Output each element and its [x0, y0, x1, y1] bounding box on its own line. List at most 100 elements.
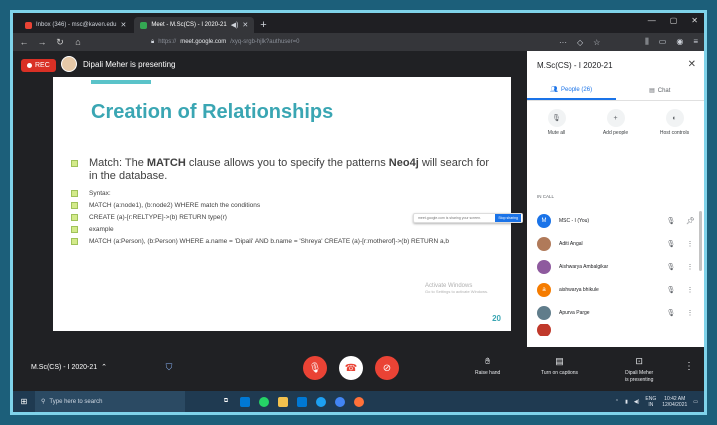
- browser-tab-bar: Inbox (346) - msc@kaven.edu ✕ Meet - M.S…: [13, 13, 704, 33]
- captions-button[interactable]: ▤ Turn on captions: [541, 356, 578, 376]
- list-item: example: [71, 225, 491, 234]
- language-indicator[interactable]: ENG IN: [645, 396, 656, 408]
- slide-page-number: 20: [492, 314, 501, 323]
- file-explorer-icon[interactable]: [278, 396, 288, 407]
- mic-off-icon[interactable]: 🎙︎: [664, 240, 678, 248]
- record-dot-icon: [27, 63, 32, 68]
- account-icon[interactable]: ◉: [676, 37, 683, 47]
- reload-icon[interactable]: ↻: [55, 37, 65, 48]
- new-tab-button[interactable]: +: [260, 17, 266, 33]
- edge-icon[interactable]: [316, 396, 326, 407]
- tab-gmail[interactable]: Inbox (346) - msc@kaven.edu ✕: [19, 17, 132, 33]
- bullet-icon: [71, 202, 78, 209]
- participant-name: Aishwarya Ambalgikar: [559, 263, 609, 270]
- list-item[interactable]: Aditi Angal 🎙︎ ⋮: [527, 232, 704, 255]
- panel-scrollbar[interactable]: [699, 211, 702, 271]
- window-controls: — ▢ ✕: [648, 16, 698, 25]
- bullet-icon: [71, 214, 78, 221]
- list-item[interactable]: M MSC - I (You) 🎙︎ 📌︎: [527, 209, 704, 232]
- pinned-apps: ⧉: [221, 396, 364, 407]
- camera-off-icon: ⊘: [382, 362, 392, 374]
- volume-icon[interactable]: ◀): [634, 399, 640, 405]
- clock[interactable]: 10:42 AM 12/04/2021: [662, 396, 687, 408]
- chevron-up-icon: ⌃: [101, 364, 108, 371]
- shield-icon[interactable]: ⛉: [161, 359, 177, 375]
- url-host: meet.google.com: [180, 39, 227, 45]
- panel-actions: 🎙︎ Mute all + Add people ◐ Host controls: [527, 109, 704, 136]
- mic-off-icon: 🎙︎: [547, 109, 566, 127]
- tab-people[interactable]: 👥︎ People (26): [527, 81, 616, 100]
- mic-toggle-button[interactable]: 🎙︎: [303, 356, 327, 380]
- close-icon[interactable]: ✕: [242, 21, 248, 29]
- list-item: MATCH (a:Person), (b:Person) WHERE a.nam…: [71, 237, 491, 246]
- leave-call-button[interactable]: ☎︎: [339, 356, 363, 380]
- mic-off-icon[interactable]: 🎙︎: [664, 263, 678, 271]
- mic-off-icon[interactable]: 🎙︎: [664, 286, 678, 294]
- sidebar-icon[interactable]: ▭: [659, 37, 667, 47]
- participant-name: Aditi Angal: [559, 240, 583, 247]
- presentation-slide: Creation of Relationships Match: The MAT…: [53, 77, 523, 331]
- host-controls-button[interactable]: ◐ Host controls: [650, 109, 700, 136]
- pocket-icon[interactable]: ◇: [577, 38, 583, 47]
- url-field[interactable]: 🔒︎ https://meet.google.com/xyq-srgb-hjlk…: [91, 36, 491, 48]
- lock-icon: 🔒︎: [151, 38, 155, 45]
- windows-taskbar: ⊞ ⚲ Type here to search ⧉ ⌃ ▮ ◀) ENG IN …: [13, 391, 704, 412]
- present-screen-icon: ⊡: [635, 356, 643, 366]
- meeting-details-button[interactable]: M.Sc(CS) - I 2020-21 ⌃: [31, 363, 108, 372]
- list-item[interactable]: [527, 324, 704, 336]
- maximize-icon[interactable]: ▢: [670, 16, 678, 25]
- stop-sharing-button[interactable]: Stop sharing: [495, 214, 521, 222]
- more-options-icon[interactable]: ⋮: [684, 361, 694, 372]
- forward-icon[interactable]: →: [37, 37, 47, 47]
- mail-icon[interactable]: [297, 396, 307, 407]
- close-panel-icon[interactable]: ✕: [688, 59, 696, 70]
- close-icon[interactable]: ✕: [120, 21, 126, 29]
- windows-start-icon[interactable]: ⊞: [13, 391, 35, 412]
- more-vert-icon[interactable]: ⋮: [686, 263, 694, 271]
- address-bar-row: ← → ↻ ⌂ 🔒︎ https://meet.google.com/xyq-s…: [13, 33, 704, 51]
- pin-icon[interactable]: 📌︎: [686, 217, 695, 225]
- hamburger-menu-icon[interactable]: ≡: [693, 37, 698, 47]
- activate-windows-watermark: Activate Windows Go to Settings to activ…: [425, 283, 489, 294]
- library-icon[interactable]: ⫼: [645, 37, 649, 47]
- tab-label: Inbox (346) - msc@kaven.edu: [36, 22, 117, 28]
- taskbar-search[interactable]: ⚲ Type here to search: [35, 391, 185, 412]
- close-window-icon[interactable]: ✕: [691, 16, 698, 25]
- add-people-button[interactable]: + Add people: [591, 109, 641, 136]
- more-vert-icon[interactable]: ⋮: [686, 286, 694, 294]
- chat-icon: ▤: [649, 88, 655, 94]
- notification-icon[interactable]: ▭: [693, 399, 698, 405]
- firefox-icon[interactable]: [354, 396, 364, 407]
- more-vert-icon[interactable]: ⋮: [686, 240, 694, 248]
- minimize-icon[interactable]: —: [648, 16, 656, 25]
- menu-dots-icon[interactable]: ···: [559, 38, 567, 47]
- tab-chat[interactable]: ▤ Chat: [616, 81, 705, 100]
- mic-off-icon[interactable]: 🎙︎: [664, 309, 678, 317]
- network-icon[interactable]: ▮: [625, 399, 628, 405]
- store-icon[interactable]: [240, 396, 250, 407]
- mic-off-icon[interactable]: 🎙︎: [664, 217, 678, 225]
- tab-meet[interactable]: Meet - M.Sc(CS) - I 2020-21 ◀) ✕: [134, 17, 255, 33]
- toggle-icon: ◐: [665, 109, 684, 127]
- home-icon[interactable]: ⌂: [73, 37, 83, 47]
- in-call-label: IN CALL: [537, 194, 555, 199]
- mute-all-button[interactable]: 🎙︎ Mute all: [532, 109, 582, 136]
- raise-hand-button[interactable]: ✋︎ Raise hand: [475, 356, 500, 376]
- whatsapp-icon[interactable]: [259, 396, 269, 407]
- list-item[interactable]: Apurva Parge 🎙︎ ⋮: [527, 301, 704, 324]
- task-view-icon[interactable]: ⧉: [221, 397, 231, 407]
- url-prefix: https://: [158, 39, 177, 45]
- chevron-up-icon[interactable]: ⌃: [615, 399, 619, 405]
- avatar: [537, 259, 551, 274]
- more-vert-icon[interactable]: ⋮: [686, 309, 694, 317]
- mic-off-icon: 🎙︎: [308, 362, 322, 374]
- presenting-button[interactable]: ⊡ Dipali Meher is presenting: [625, 356, 653, 383]
- hang-up-icon: ☎︎: [344, 362, 358, 374]
- camera-toggle-button[interactable]: ⊘: [375, 356, 399, 380]
- list-item[interactable]: Aishwarya Ambalgikar 🎙︎ ⋮: [527, 255, 704, 278]
- bullet-icon: [71, 160, 78, 167]
- chrome-icon[interactable]: [335, 396, 345, 407]
- list-item[interactable]: a aishwarya bhikule 🎙︎ ⋮: [527, 278, 704, 301]
- back-icon[interactable]: ←: [19, 37, 29, 47]
- star-icon[interactable]: ☆: [593, 38, 600, 47]
